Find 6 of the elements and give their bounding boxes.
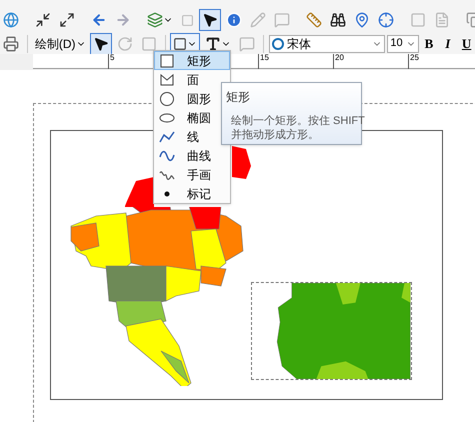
tooltip-title: 矩形: [226, 89, 250, 106]
ruler-label: 15: [260, 54, 269, 62]
ruler-label: 20: [335, 54, 344, 62]
tooltip-text: 绘制一个矩形。按住 SHIFT 并拖动形成方形。: [230, 114, 365, 142]
ruler-label: 5: [110, 54, 114, 62]
ruler-label: 25: [410, 54, 419, 62]
